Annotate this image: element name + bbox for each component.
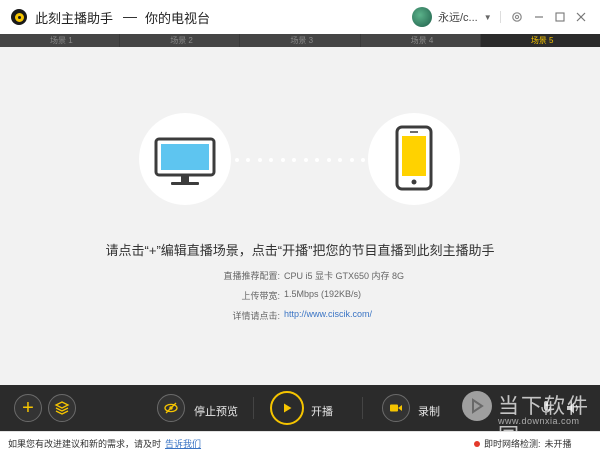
- tab-scene-3[interactable]: 场景 3: [240, 34, 361, 47]
- tab-scene-2[interactable]: 场景 2: [120, 34, 241, 47]
- plus-icon: +: [22, 397, 34, 419]
- add-scene-button[interactable]: +: [14, 394, 42, 422]
- close-icon[interactable]: [572, 8, 590, 26]
- record-button[interactable]: [382, 394, 410, 422]
- control-divider: [253, 397, 254, 419]
- speaker-icon[interactable]: [565, 400, 581, 416]
- network-status-value: 未开播: [544, 439, 572, 449]
- user-menu[interactable]: 永远/c... ▼: [412, 7, 492, 27]
- play-icon: [284, 403, 292, 413]
- spec-label: 详情请点击:: [232, 311, 280, 321]
- connection-dots: [235, 158, 365, 162]
- network-status-dot: [474, 440, 480, 447]
- maximize-icon[interactable]: [551, 8, 569, 26]
- network-label: 即时网络检测:: [484, 439, 541, 449]
- spec-value: 1.5Mbps (192KB/s): [284, 289, 362, 299]
- avatar: [412, 7, 432, 27]
- spec-row: 直播推荐配置: CPU i5 显卡 GTX650 内存 8G: [0, 269, 600, 283]
- tab-scene-5[interactable]: 场景 5: [480, 34, 600, 47]
- instruction-text: 请点击“+”编辑直播场景，点击“开播”把您的节目直播到此刻主播助手: [105, 243, 495, 258]
- spec-row: 详情请点击: http://www.ciscik.com/: [0, 309, 600, 323]
- user-name: 永远/c...: [438, 12, 478, 24]
- eye-off-icon: [164, 402, 178, 414]
- layers-icon: [54, 401, 70, 415]
- spec-value: CPU i5 显卡 GTX650 内存 8G: [284, 271, 405, 281]
- minimize-icon[interactable]: [530, 8, 548, 26]
- details-link[interactable]: http://www.ciscik.com/: [284, 309, 372, 319]
- title-bar: 此刻主播助手 你的电视台 永远/c... ▼: [0, 0, 600, 34]
- app-logo-icon: [11, 9, 27, 25]
- titlebar-divider: [500, 11, 501, 23]
- record-label[interactable]: 录制: [418, 403, 440, 419]
- feedback-link[interactable]: 告诉我们: [165, 439, 201, 449]
- computer-circle: [139, 113, 231, 205]
- scene-tabs: 场景 1 场景 2 场景 3 场景 4 场景 5: [0, 34, 600, 47]
- control-divider: [362, 397, 363, 419]
- app-name: 此刻主播助手: [35, 10, 114, 26]
- stop-preview-label[interactable]: 停止预览: [194, 403, 238, 419]
- status-bar: 如果您有改进建议和新的需求，请及时 告诉我们 即时网络检测: 未开播: [0, 431, 600, 454]
- feedback-message: 如果您有改进建议和新的需求，请及时 告诉我们: [8, 437, 201, 450]
- spec-label: 上传带宽:: [241, 291, 280, 301]
- network-status: 即时网络检测: 未开播: [474, 437, 572, 450]
- phone-circle: [368, 113, 460, 205]
- video-camera-icon: [390, 404, 402, 412]
- main-area: 请点击“+”编辑直播场景，点击“开播”把您的节目直播到此刻主播助手 直播推荐配置…: [0, 47, 600, 385]
- microphone-icon[interactable]: [541, 400, 551, 416]
- tv-name: 你的电视台: [145, 10, 211, 26]
- tab-scene-4[interactable]: 场景 4: [360, 34, 481, 47]
- spec-row: 上传带宽: 1.5Mbps (192KB/s): [0, 289, 600, 303]
- start-broadcast-button[interactable]: [270, 391, 304, 425]
- chevron-down-icon: ▼: [483, 12, 492, 22]
- layers-button[interactable]: [48, 394, 76, 422]
- tab-scene-1[interactable]: 场景 1: [0, 34, 121, 47]
- phone-icon: [395, 125, 433, 191]
- feedback-text: 如果您有改进建议和新的需求，请及时: [8, 439, 162, 449]
- stop-preview-button[interactable]: [157, 394, 185, 422]
- control-bar: + 停止预览 开播 录制: [0, 385, 600, 431]
- spec-label: 直播推荐配置:: [223, 271, 280, 281]
- start-broadcast-label[interactable]: 开播: [311, 403, 333, 419]
- gear-icon[interactable]: [508, 8, 526, 26]
- monitor-icon: [154, 137, 216, 185]
- title-separator: [123, 16, 138, 18]
